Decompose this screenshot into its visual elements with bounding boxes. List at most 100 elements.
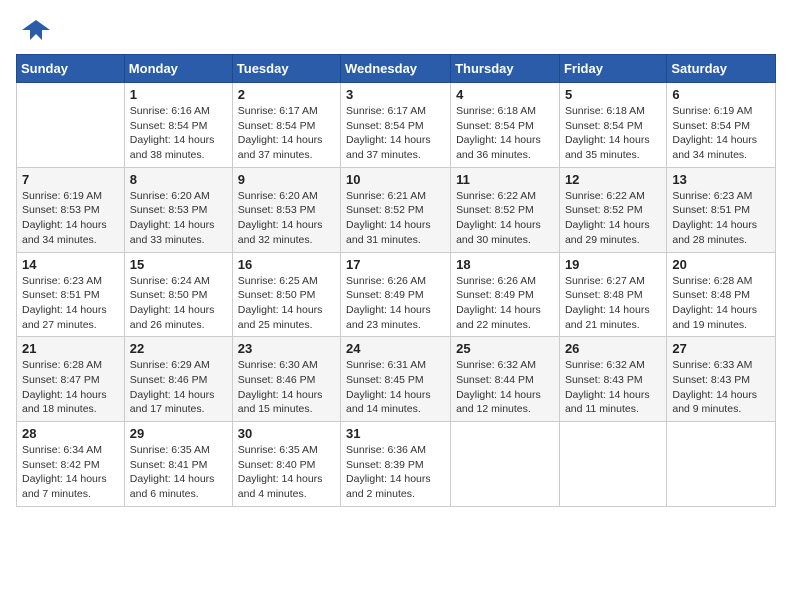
calendar-cell: 13 Sunrise: 6:23 AM Sunset: 8:51 PM Dayli…: [667, 167, 776, 252]
day-number: 21: [22, 341, 119, 356]
calendar-cell: 23Sunrise: 6:30 AM Sunset: 8:46 PM Dayli…: [232, 337, 340, 422]
day-of-week-saturday: Saturday: [667, 55, 776, 83]
day-number: 19: [565, 257, 661, 272]
day-info: Sunrise: 6:33 AM Sunset: 8:43 PM Dayligh…: [672, 358, 770, 417]
day-of-week-tuesday: Tuesday: [232, 55, 340, 83]
day-number: 17: [346, 257, 445, 272]
day-number: 22: [130, 341, 227, 356]
day-info: Sunrise: 6:20 AM Sunset: 8:53 PM Dayligh…: [130, 189, 227, 248]
day-number: 25: [456, 341, 554, 356]
calendar-cell: 30 Sunrise: 6:35 AM Sunset: 8:40 PM Dayli…: [232, 422, 340, 507]
calendar-cell: 10Sunrise: 6:21 AM Sunset: 8:52 PM Dayli…: [341, 167, 451, 252]
calendar-cell: 27 Sunrise: 6:33 AM Sunset: 8:43 PM Dayli…: [667, 337, 776, 422]
day-number: 29: [130, 426, 227, 441]
day-number: 26: [565, 341, 661, 356]
calendar-week-row: 21 Sunrise: 6:28 AM Sunset: 8:47 PM Dayli…: [17, 337, 776, 422]
calendar-cell: 22 Sunrise: 6:29 AM Sunset: 8:46 PM Dayli…: [124, 337, 232, 422]
calendar-table: SundayMondayTuesdayWednesdayThursdayFrid…: [16, 54, 776, 507]
calendar-cell: 9Sunrise: 6:20 AM Sunset: 8:53 PM Daylig…: [232, 167, 340, 252]
calendar-cell: 19 Sunrise: 6:27 AM Sunset: 8:48 PM Dayli…: [559, 252, 666, 337]
calendar-cell: 8 Sunrise: 6:20 AM Sunset: 8:53 PM Daylig…: [124, 167, 232, 252]
day-number: 6: [672, 87, 770, 102]
day-info: Sunrise: 6:17 AM Sunset: 8:54 PM Dayligh…: [238, 104, 335, 163]
day-number: 27: [672, 341, 770, 356]
calendar-cell: [559, 422, 666, 507]
calendar-week-row: 7 Sunrise: 6:19 AM Sunset: 8:53 PM Daylig…: [17, 167, 776, 252]
calendar-week-row: 14 Sunrise: 6:23 AM Sunset: 8:51 PM Dayli…: [17, 252, 776, 337]
calendar-cell: 11 Sunrise: 6:22 AM Sunset: 8:52 PM Dayli…: [451, 167, 560, 252]
calendar-cell: 17 Sunrise: 6:26 AM Sunset: 8:49 PM Dayli…: [341, 252, 451, 337]
calendar-cell: 26 Sunrise: 6:32 AM Sunset: 8:43 PM Dayli…: [559, 337, 666, 422]
day-info: Sunrise: 6:22 AM Sunset: 8:52 PM Dayligh…: [565, 189, 661, 248]
day-number: 30: [238, 426, 335, 441]
day-number: 15: [130, 257, 227, 272]
day-of-week-wednesday: Wednesday: [341, 55, 451, 83]
day-info: Sunrise: 6:32 AM Sunset: 8:43 PM Dayligh…: [565, 358, 661, 417]
day-number: 20: [672, 257, 770, 272]
day-number: 12: [565, 172, 661, 187]
day-info: Sunrise: 6:19 AM Sunset: 8:54 PM Dayligh…: [672, 104, 770, 163]
day-info: Sunrise: 6:18 AM Sunset: 8:54 PM Dayligh…: [565, 104, 661, 163]
calendar-cell: 14 Sunrise: 6:23 AM Sunset: 8:51 PM Dayli…: [17, 252, 125, 337]
day-number: 7: [22, 172, 119, 187]
day-info: Sunrise: 6:31 AM Sunset: 8:45 PM Dayligh…: [346, 358, 445, 417]
day-info: Sunrise: 6:22 AM Sunset: 8:52 PM Dayligh…: [456, 189, 554, 248]
day-number: 2: [238, 87, 335, 102]
day-number: 16: [238, 257, 335, 272]
calendar-cell: 24 Sunrise: 6:31 AM Sunset: 8:45 PM Dayli…: [341, 337, 451, 422]
calendar-cell: 29 Sunrise: 6:35 AM Sunset: 8:41 PM Dayli…: [124, 422, 232, 507]
day-info: Sunrise: 6:23 AM Sunset: 8:51 PM Dayligh…: [22, 274, 119, 333]
calendar-cell: 3 Sunrise: 6:17 AM Sunset: 8:54 PM Daylig…: [341, 83, 451, 168]
day-info: Sunrise: 6:32 AM Sunset: 8:44 PM Dayligh…: [456, 358, 554, 417]
page-header: [16, 16, 776, 44]
calendar-cell: 25 Sunrise: 6:32 AM Sunset: 8:44 PM Dayli…: [451, 337, 560, 422]
day-number: 31: [346, 426, 445, 441]
calendar-cell: [17, 83, 125, 168]
day-number: 9: [238, 172, 335, 187]
day-info: Sunrise: 6:18 AM Sunset: 8:54 PM Dayligh…: [456, 104, 554, 163]
day-info: Sunrise: 6:19 AM Sunset: 8:53 PM Dayligh…: [22, 189, 119, 248]
day-of-week-thursday: Thursday: [451, 55, 560, 83]
logo: [16, 16, 50, 44]
calendar-cell: 2 Sunrise: 6:17 AM Sunset: 8:54 PM Daylig…: [232, 83, 340, 168]
calendar-week-row: 28 Sunrise: 6:34 AM Sunset: 8:42 PM Dayli…: [17, 422, 776, 507]
day-number: 3: [346, 87, 445, 102]
calendar-cell: 7 Sunrise: 6:19 AM Sunset: 8:53 PM Daylig…: [17, 167, 125, 252]
calendar-cell: 18 Sunrise: 6:26 AM Sunset: 8:49 PM Dayli…: [451, 252, 560, 337]
day-info: Sunrise: 6:35 AM Sunset: 8:40 PM Dayligh…: [238, 443, 335, 502]
calendar-cell: 15 Sunrise: 6:24 AM Sunset: 8:50 PM Dayli…: [124, 252, 232, 337]
day-number: 8: [130, 172, 227, 187]
day-of-week-monday: Monday: [124, 55, 232, 83]
calendar-header-row: SundayMondayTuesdayWednesdayThursdayFrid…: [17, 55, 776, 83]
day-info: Sunrise: 6:26 AM Sunset: 8:49 PM Dayligh…: [346, 274, 445, 333]
day-info: Sunrise: 6:23 AM Sunset: 8:51 PM Dayligh…: [672, 189, 770, 248]
day-number: 5: [565, 87, 661, 102]
day-of-week-friday: Friday: [559, 55, 666, 83]
day-info: Sunrise: 6:29 AM Sunset: 8:46 PM Dayligh…: [130, 358, 227, 417]
day-number: 24: [346, 341, 445, 356]
day-info: Sunrise: 6:28 AM Sunset: 8:47 PM Dayligh…: [22, 358, 119, 417]
day-info: Sunrise: 6:16 AM Sunset: 8:54 PM Dayligh…: [130, 104, 227, 163]
day-info: Sunrise: 6:35 AM Sunset: 8:41 PM Dayligh…: [130, 443, 227, 502]
calendar-cell: [451, 422, 560, 507]
day-info: Sunrise: 6:24 AM Sunset: 8:50 PM Dayligh…: [130, 274, 227, 333]
calendar-cell: 28 Sunrise: 6:34 AM Sunset: 8:42 PM Dayli…: [17, 422, 125, 507]
day-info: Sunrise: 6:36 AM Sunset: 8:39 PM Dayligh…: [346, 443, 445, 502]
day-info: Sunrise: 6:30 AM Sunset: 8:46 PM Dayligh…: [238, 358, 335, 417]
day-number: 18: [456, 257, 554, 272]
day-number: 28: [22, 426, 119, 441]
day-number: 11: [456, 172, 554, 187]
calendar-cell: 12 Sunrise: 6:22 AM Sunset: 8:52 PM Dayli…: [559, 167, 666, 252]
day-info: Sunrise: 6:26 AM Sunset: 8:49 PM Dayligh…: [456, 274, 554, 333]
day-info: Sunrise: 6:17 AM Sunset: 8:54 PM Dayligh…: [346, 104, 445, 163]
day-info: Sunrise: 6:34 AM Sunset: 8:42 PM Dayligh…: [22, 443, 119, 502]
day-info: Sunrise: 6:27 AM Sunset: 8:48 PM Dayligh…: [565, 274, 661, 333]
calendar-week-row: 1Sunrise: 6:16 AM Sunset: 8:54 PM Daylig…: [17, 83, 776, 168]
calendar-cell: [667, 422, 776, 507]
calendar-cell: 1Sunrise: 6:16 AM Sunset: 8:54 PM Daylig…: [124, 83, 232, 168]
day-number: 14: [22, 257, 119, 272]
calendar-cell: 21 Sunrise: 6:28 AM Sunset: 8:47 PM Dayli…: [17, 337, 125, 422]
day-of-week-sunday: Sunday: [17, 55, 125, 83]
day-number: 13: [672, 172, 770, 187]
day-number: 4: [456, 87, 554, 102]
